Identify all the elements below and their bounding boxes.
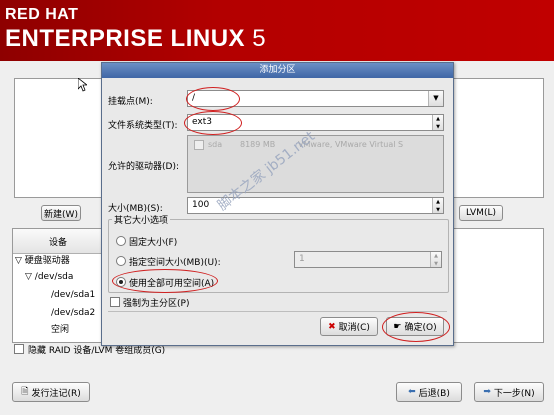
fill-upto-label: 指定空间大小(MB)(U): <box>129 258 221 268</box>
updown-arrows-icon[interactable]: ▲ ▼ <box>432 115 443 130</box>
mount-point-combo[interactable]: / ▼ <box>187 90 444 107</box>
size-value: 100 <box>192 200 210 210</box>
arrow-left-icon: ⬅ <box>408 387 416 397</box>
fixed-size-radio[interactable] <box>116 236 126 246</box>
tree-row-hard-drives[interactable]: ▽ 硬盘驱动器 <box>15 253 70 269</box>
back-button[interactable]: ⬅ 后退(B) <box>396 382 462 402</box>
tree-row-sda2[interactable]: /dev/sda2 <box>51 305 95 321</box>
filesystem-type-label: 文件系统类型(T): <box>108 121 178 131</box>
expander-down-icon[interactable]: ▽ <box>25 272 32 282</box>
ok-button[interactable]: ☛ 确定(O) <box>386 317 444 336</box>
next-label: 下一步(N) <box>493 388 535 399</box>
tree-row-sda1[interactable]: /dev/sda1 <box>51 287 95 303</box>
force-primary-checkbox[interactable] <box>110 297 120 307</box>
back-label: 后退(B) <box>418 388 450 399</box>
document-icon: 🗎 <box>21 387 29 397</box>
dialog-separator <box>108 311 447 312</box>
fill-upto-value: 1 <box>299 254 305 264</box>
drive-name: sda <box>208 140 223 149</box>
expander-down-icon[interactable]: ▽ <box>15 256 22 266</box>
spin-arrows-icon[interactable]: ▲ ▼ <box>430 252 441 267</box>
new-button[interactable]: 新建(W) <box>41 205 81 221</box>
next-button[interactable]: ➡ 下一步(N) <box>474 382 544 402</box>
fill-all-label: 使用全部可用空间(A) <box>129 279 215 289</box>
fill-upto-spinbox[interactable]: 1 ▲ ▼ <box>294 251 442 268</box>
tree-label: 硬盘驱动器 <box>24 256 70 266</box>
fill-upto-radio[interactable] <box>116 256 126 266</box>
mount-point-value: / <box>192 93 196 103</box>
dialog-title: 添加分区 <box>102 63 453 78</box>
release-notes-label: 发行注记(R) <box>31 388 81 399</box>
allowed-drives-label: 允许的驱动器(D): <box>108 162 179 172</box>
cancel-button[interactable]: ✖ 取消(C) <box>320 317 378 336</box>
header-banner: RED HAT ENTERPRISE LINUX 5 <box>0 0 554 61</box>
size-options-title: 其它大小选项 <box>112 213 171 226</box>
tree-label: /dev/sda <box>34 272 74 282</box>
force-primary-label: 强制为主分区(P) <box>123 299 190 309</box>
tree-row-sda[interactable]: ▽ /dev/sda <box>25 269 73 285</box>
arrow-right-icon: ➡ <box>483 387 491 397</box>
fixed-size-label: 固定大小(F) <box>129 238 178 248</box>
cancel-x-icon: ✖ <box>328 321 336 332</box>
fill-all-radio[interactable] <box>116 277 126 287</box>
spin-arrows-icon[interactable]: ▲ ▼ <box>432 198 443 213</box>
hide-raid-checkbox[interactable] <box>14 344 24 354</box>
ok-hand-icon: ☛ <box>393 321 402 332</box>
filesystem-type-select[interactable]: ext3 ▲ ▼ <box>187 114 444 131</box>
brand-enterprise-linux: ENTERPRISE LINUX 5 <box>5 25 266 53</box>
release-notes-button[interactable]: 🗎 发行注记(R) <box>12 382 90 402</box>
device-column-header[interactable]: 设备 <box>13 229 104 254</box>
cancel-label: 取消(C) <box>338 323 370 333</box>
drive-size: 8189 MB <box>240 140 276 149</box>
dropdown-arrow-icon[interactable]: ▼ <box>428 91 443 106</box>
add-partition-dialog: 添加分区 挂载点(M): / ▼ 文件系统类型(T): ext3 ▲ ▼ 允许的驱… <box>101 62 454 346</box>
ok-label: 确定(O) <box>404 323 437 333</box>
filesystem-type-value: ext3 <box>192 117 212 127</box>
brand-red-hat: RED HAT <box>5 6 79 23</box>
mouse-cursor-icon <box>78 78 87 92</box>
brand-version: 5 <box>252 25 267 52</box>
lvm-button[interactable]: LVM(L) <box>459 205 503 221</box>
drive-checkbox[interactable] <box>194 140 204 150</box>
mount-point-label: 挂载点(M): <box>108 97 153 107</box>
tree-row-free[interactable]: 空闲 <box>51 322 69 338</box>
brand-product: ENTERPRISE LINUX <box>5 25 246 52</box>
